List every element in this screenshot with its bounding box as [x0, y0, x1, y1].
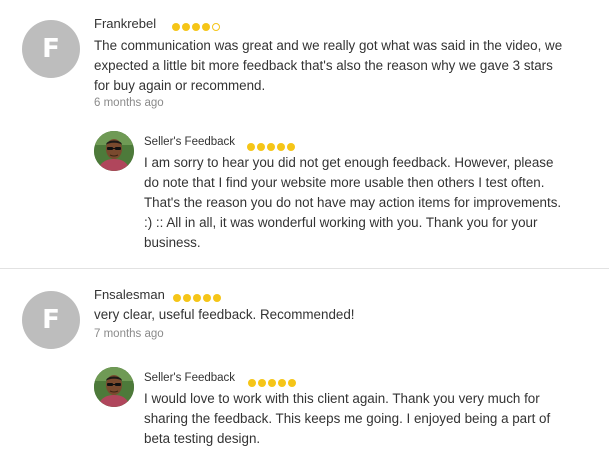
star-filled-icon [203, 293, 211, 302]
seller-avatar[interactable] [94, 367, 134, 407]
seller-feedback-label: Seller's Feedback [144, 136, 236, 148]
star-filled-icon [172, 22, 180, 31]
buyer-name-link[interactable]: Frankrebel [94, 16, 156, 31]
seller-photo-icon [94, 367, 134, 407]
buyer-avatar[interactable]: F [22, 20, 80, 78]
star-filled-icon [193, 293, 201, 302]
seller-avatar[interactable] [94, 131, 134, 171]
star-filled-icon [278, 378, 286, 387]
star-filled-icon [257, 142, 265, 151]
review-time: 7 months ago [94, 328, 164, 340]
review-time: 6 months ago [94, 97, 164, 109]
star-empty-icon [212, 22, 220, 31]
seller-reply-text: I would love to work with this client ag… [144, 391, 551, 446]
star-filled-icon [287, 142, 295, 151]
seller-feedback-label: Seller's Feedback [144, 372, 236, 384]
star-filled-icon [288, 378, 296, 387]
buyer-avatar[interactable]: F [22, 291, 80, 349]
star-filled-icon [268, 378, 276, 387]
seller-photo-icon [94, 131, 134, 171]
star-filled-icon [182, 22, 190, 31]
review-comment: very clear, useful feedback. Recommended… [94, 307, 355, 322]
star-filled-icon [183, 293, 191, 302]
review-item: F Frankrebel The communication was great… [0, 0, 609, 269]
star-filled-icon [277, 142, 285, 151]
star-filled-icon [213, 293, 221, 302]
star-filled-icon [202, 22, 210, 31]
review-comment: The communication was great and we reall… [94, 38, 563, 93]
star-filled-icon [267, 142, 275, 151]
star-filled-icon [258, 378, 266, 387]
seller-reply-text: I am sorry to hear you did not get enoug… [144, 155, 562, 250]
star-filled-icon [248, 378, 256, 387]
star-filled-icon [247, 142, 255, 151]
review-item: F Fnsalesman very clear, useful feedback… [0, 269, 609, 465]
star-filled-icon [173, 293, 181, 302]
buyer-rating-stars [172, 18, 222, 36]
buyer-name-link[interactable]: Fnsalesman [94, 287, 165, 302]
star-filled-icon [192, 22, 200, 31]
